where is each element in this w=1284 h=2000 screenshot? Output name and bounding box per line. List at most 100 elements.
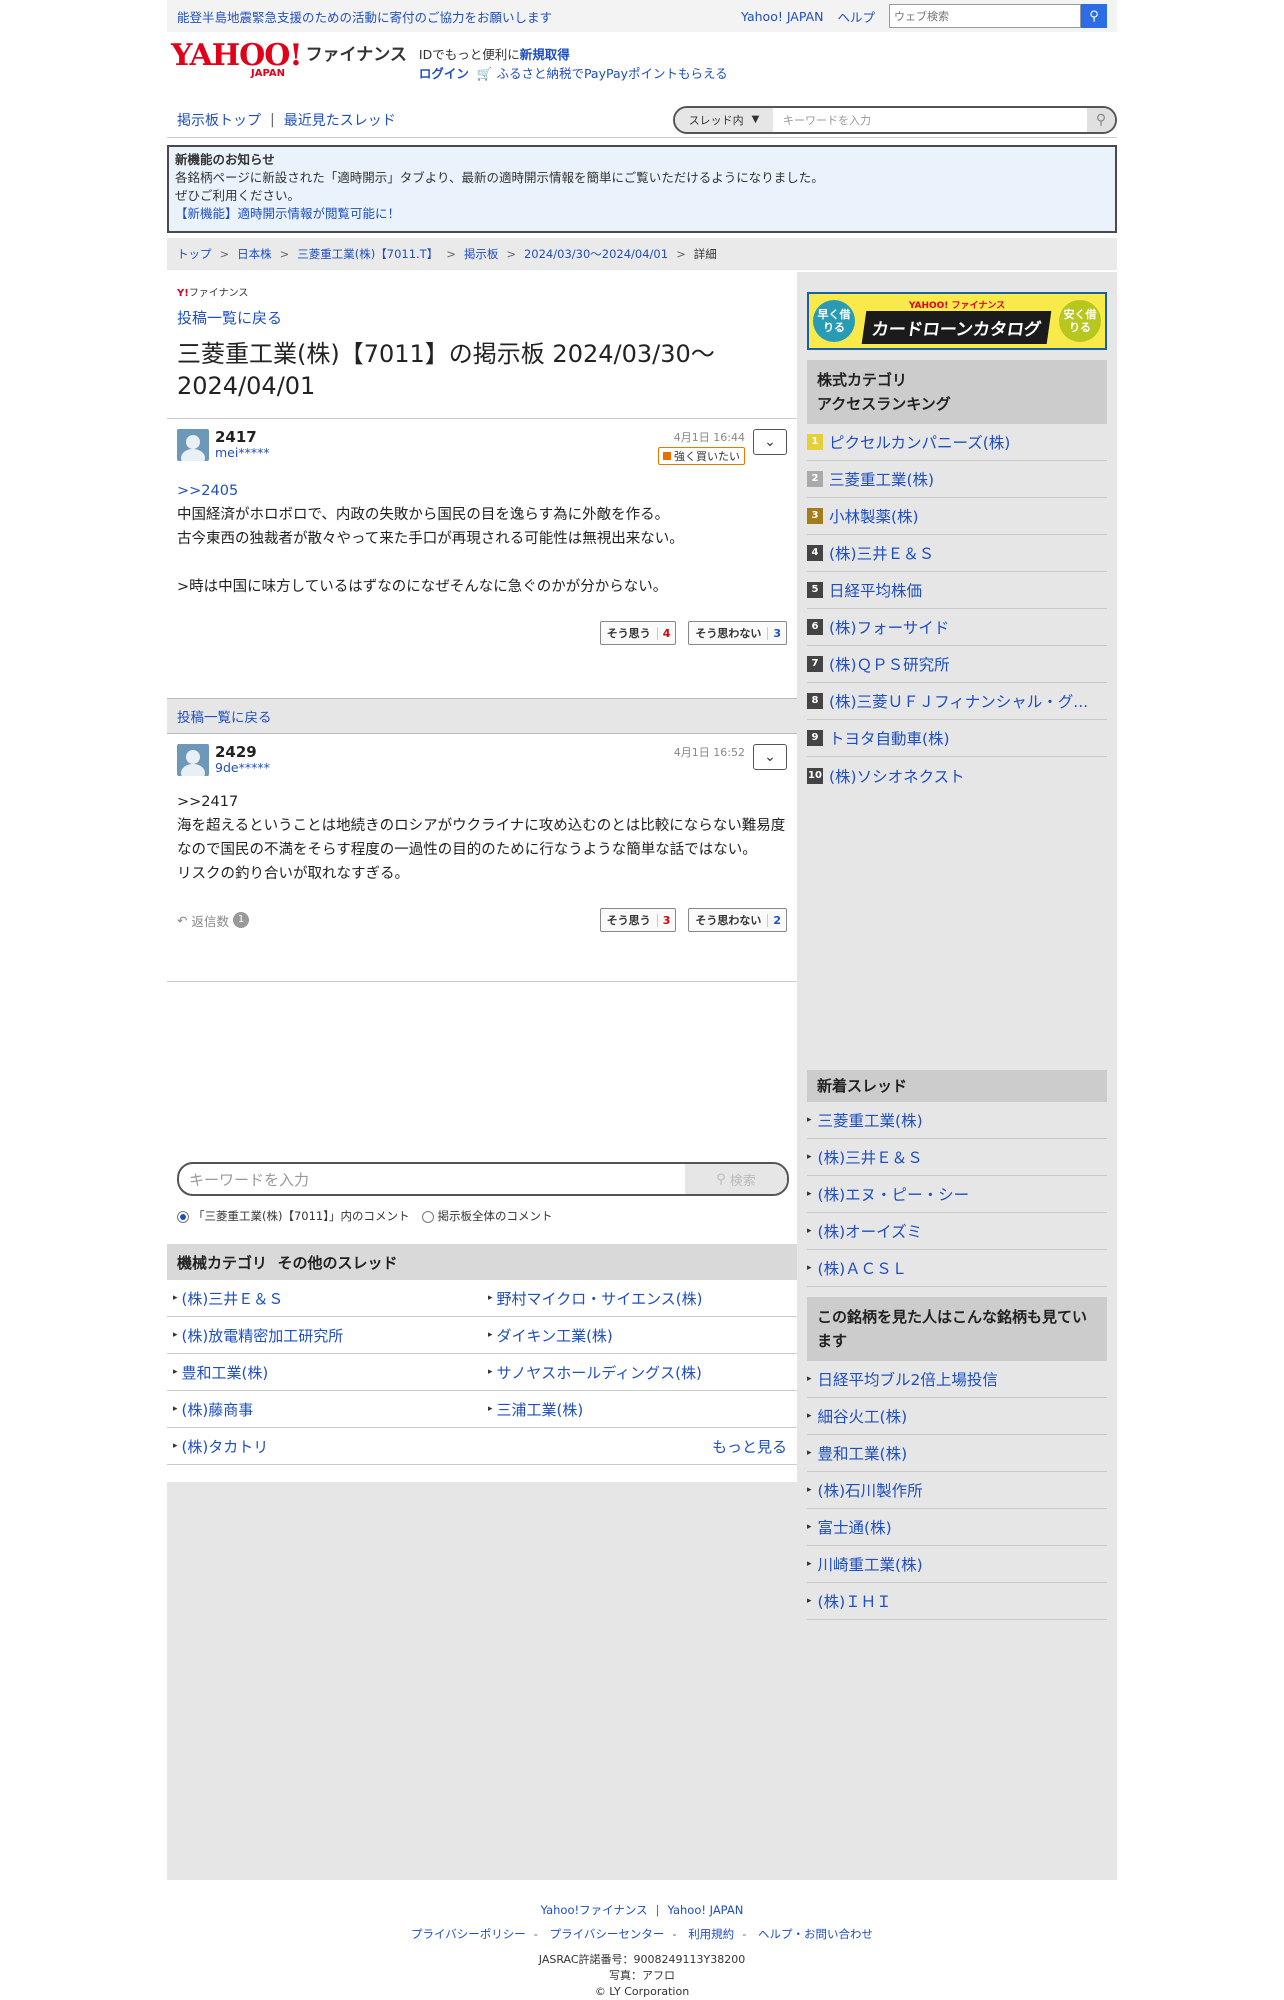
thread-link[interactable]: ▸ (株)藤商事 <box>167 1391 482 1428</box>
page-title: 三菱重工業(株)【7011】の掲示板 2024/03/30〜2024/04/01 <box>177 340 715 400</box>
card-loan-ad-banner[interactable]: 早く借りる YAHOO! ファイナンス カードローンカタログ 安く借りる <box>807 292 1107 350</box>
also-viewed-link[interactable]: ▸ (株)ＩＨＩ <box>807 1583 1107 1620</box>
back-to-list-link-2[interactable]: 投稿一覧に戻る <box>177 706 272 726</box>
donation-notice-link[interactable]: 能登半島地震緊急支援のための活動に寄付のご協力をお願いします <box>177 7 552 26</box>
ranking-item[interactable]: 8 (株)三菱ＵＦＪフィナンシャル・グ... <box>807 683 1107 720</box>
post-menu-button[interactable]: ⌄ <box>753 429 787 455</box>
arrow-right-icon: ▸ <box>173 1441 178 1451</box>
footer-yahoo-link[interactable]: Yahoo! JAPAN <box>668 1903 744 1917</box>
help-link[interactable]: ヘルプ <box>837 7 875 26</box>
ranking-item[interactable]: 7 (株)ＱＰＳ研究所 <box>807 646 1107 683</box>
ranking-item[interactable]: 3 小林製薬(株) <box>807 498 1107 535</box>
also-viewed-link[interactable]: ▸ 豊和工業(株) <box>807 1435 1107 1472</box>
new-feature-link[interactable]: 【新機能】適時開示情報が閲覧可能に！ <box>175 205 1109 223</box>
thread-link[interactable]: ▸ 三浦工業(株) <box>482 1391 797 1428</box>
thread-link[interactable]: ▸ サノヤスホールディングス(株) <box>482 1354 797 1391</box>
post-menu-button[interactable]: ⌄ <box>753 744 787 770</box>
ranking-item[interactable]: 1 ピクセルカンパニーズ(株) <box>807 424 1107 461</box>
disagree-button[interactable]: そう思わない 2 <box>688 908 787 932</box>
id-text: IDでもっと便利に <box>418 47 520 62</box>
ad-brand: YAHOO! ファイナンス <box>908 301 1006 311</box>
ranking-item[interactable]: 4 (株)三井Ｅ＆Ｓ <box>807 535 1107 572</box>
ranking-item[interactable]: 2 三菱重工業(株) <box>807 461 1107 498</box>
back-to-list-link[interactable]: 投稿一覧に戻る <box>177 307 797 328</box>
radio-thread[interactable]: 「三菱重工業(株)【7011】」内のコメント <box>177 1208 410 1224</box>
logo-yahoo: YAHOO! <box>171 38 303 73</box>
thread-search-button[interactable]: ⚲ <box>1087 107 1115 132</box>
ranking-item[interactable]: 5 日経平均株価 <box>807 572 1107 609</box>
new-thread-link[interactable]: ▸ (株)エヌ・ピー・シー <box>807 1176 1107 1213</box>
login-link[interactable]: ログイン <box>419 66 469 81</box>
ranking-item[interactable]: 9 トヨタ自動車(株) <box>807 720 1107 757</box>
privacy-center-link[interactable]: プライバシーセンター <box>550 1927 665 1941</box>
web-search-button[interactable]: ⚲ <box>1081 4 1107 28</box>
arrow-right-icon: ▸ <box>807 1485 812 1495</box>
thread-search: スレッド内 ▼ キーワードを入力 ⚲ <box>673 105 1117 134</box>
square-icon <box>663 452 671 460</box>
help-contact-link[interactable]: ヘルプ・お問い合わせ <box>758 1927 873 1941</box>
agree-button[interactable]: そう思う 3 <box>599 908 677 932</box>
new-thread-link[interactable]: ▸ (株)オーイズミ <box>807 1213 1107 1250</box>
board-top-link[interactable]: 掲示板トップ <box>177 110 261 130</box>
footer-finance-link[interactable]: Yahoo!ファイナンス <box>541 1903 648 1917</box>
breadcrumb-period[interactable]: 2024/03/30〜2024/04/01 <box>524 246 668 262</box>
thread-link[interactable]: ▸ (株)三井Ｅ＆Ｓ <box>167 1280 482 1317</box>
recent-threads-link[interactable]: 最近見たスレッド <box>284 110 396 130</box>
privacy-policy-link[interactable]: プライバシーポリシー <box>411 1927 526 1941</box>
yahoo-finance-logo[interactable]: YAHOO! JAPAN ファイナンス <box>171 38 407 80</box>
also-viewed: この銘柄を見た人はこんな銘柄も見ています ▸ 日経平均ブル2倍上場投信 ▸ 細谷火工… <box>807 1297 1107 1620</box>
furusato-link[interactable]: ふるさと納税でPayPayポイントもらえる <box>496 66 727 81</box>
avatar[interactable] <box>177 429 209 461</box>
breadcrumb-japan-stocks[interactable]: 日本株 <box>237 246 272 262</box>
breadcrumb-top[interactable]: トップ <box>177 246 212 262</box>
post-user[interactable]: mei***** <box>215 445 270 460</box>
thread-search-input[interactable]: キーワードを入力 <box>773 112 1087 128</box>
search-scope-select[interactable]: スレッド内 ▼ <box>675 107 773 132</box>
also-viewed-link[interactable]: ▸ (株)石川製作所 <box>807 1472 1107 1509</box>
post-author: 2417 mei***** <box>215 429 270 460</box>
arrow-right-icon: ▸ <box>173 1367 178 1377</box>
comment-search-input[interactable]: キーワードを入力 <box>179 1164 685 1194</box>
new-thread-link[interactable]: ▸ 三菱重工業(株) <box>807 1102 1107 1139</box>
radio-button[interactable] <box>177 1210 189 1223</box>
disagree-count: 2 <box>767 913 786 927</box>
thread-link[interactable]: ▸ 野村マイクロ・サイエンス(株) <box>482 1280 797 1317</box>
logo-finance: ファイナンス <box>305 45 407 65</box>
breadcrumb-board[interactable]: 掲示板 <box>464 246 499 262</box>
more-threads-link[interactable]: もっと見る <box>482 1428 797 1465</box>
also-viewed-link[interactable]: ▸ 細谷火工(株) <box>807 1398 1107 1435</box>
breadcrumb-stock[interactable]: 三菱重工業(株)【7011.T】 <box>297 246 438 262</box>
also-viewed-link[interactable]: ▸ 富士通(株) <box>807 1509 1107 1546</box>
comment-search-button[interactable]: ⚲ 検索 <box>685 1164 787 1194</box>
reply-to-link[interactable]: >>2405 <box>177 483 238 499</box>
thread-link[interactable]: ▸ (株)放電精密加工研究所 <box>167 1317 482 1354</box>
post-time: 4月1日 16:52 <box>673 746 745 759</box>
ranking-item[interactable]: 6 (株)フォーサイド <box>807 609 1107 646</box>
thread-link[interactable]: ▸ 豊和工業(株) <box>167 1354 482 1391</box>
reply-count[interactable]: ↶ 返信数 1 <box>177 911 249 930</box>
radio-all[interactable]: 掲示板全体のコメント <box>421 1208 553 1224</box>
finance-mini-logo: Y!ファイナンス <box>177 288 249 299</box>
agree-button[interactable]: そう思う 4 <box>599 621 677 645</box>
new-feature-line1: 各銘柄ページに新設された「適時開示」タブより、最新の適時開示情報を簡単にご覧いた… <box>175 170 824 185</box>
web-search-input[interactable] <box>889 4 1081 28</box>
new-thread-link[interactable]: ▸ (株)ＡＣＳＬ <box>807 1250 1107 1287</box>
also-viewed-link[interactable]: ▸ 日経平均ブル2倍上場投信 <box>807 1361 1107 1398</box>
arrow-right-icon: ▸ <box>807 1448 812 1458</box>
new-thread-link[interactable]: ▸ (株)三井Ｅ＆Ｓ <box>807 1139 1107 1176</box>
ranking-item[interactable]: 10 (株)ソシオネクスト <box>807 757 1107 794</box>
signup-link[interactable]: 新規取得 <box>520 47 570 62</box>
also-viewed-link[interactable]: ▸ 川崎重工業(株) <box>807 1546 1107 1583</box>
terms-link[interactable]: 利用規約 <box>688 1927 734 1941</box>
search-icon: ⚲ <box>1089 8 1099 24</box>
new-threads-title: 新着スレッド <box>807 1070 1107 1102</box>
disagree-button[interactable]: そう思わない 3 <box>688 621 787 645</box>
radio-button[interactable] <box>421 1210 434 1223</box>
yahoo-japan-link[interactable]: Yahoo! JAPAN <box>741 9 823 24</box>
thread-link[interactable]: ▸ (株)タカトリ <box>167 1428 482 1465</box>
arrow-right-icon: ▸ <box>807 1152 812 1162</box>
thread-link[interactable]: ▸ ダイキン工業(株) <box>482 1317 797 1354</box>
post-user[interactable]: 9de***** <box>215 760 270 775</box>
ranking-title: 株式カテゴリ アクセスランキング <box>807 360 1107 424</box>
avatar[interactable] <box>177 744 209 776</box>
